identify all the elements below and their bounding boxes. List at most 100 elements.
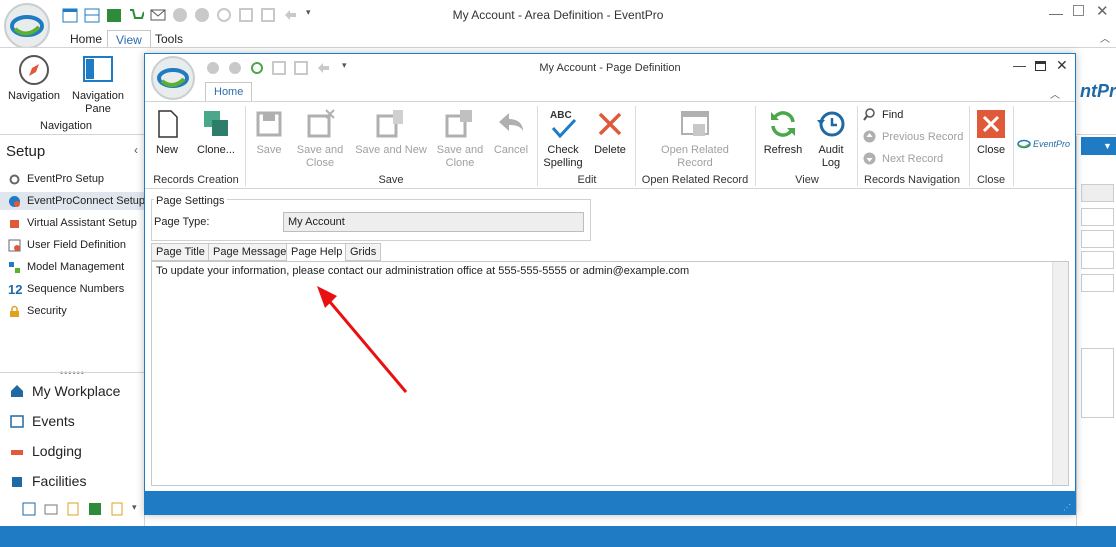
customize-qat-icon[interactable]: ▾ — [342, 60, 358, 76]
help-scrollbar[interactable] — [1052, 262, 1068, 485]
tab-grids[interactable]: Grids — [345, 243, 382, 261]
home-icon — [11, 385, 23, 397]
setup-item-eventproconnect-setup[interactable]: EventProConnect Setup — [0, 192, 145, 210]
setup-item-eventpro-setup[interactable]: EventPro Setup — [8, 170, 104, 188]
collapse-ribbon-icon[interactable]: ︿ — [1100, 30, 1110, 45]
search-icon — [863, 108, 875, 121]
clone-label: Clone... — [197, 144, 235, 156]
tab-home[interactable]: Home — [62, 30, 110, 48]
audit-log-button[interactable]: Audit Log — [811, 108, 851, 170]
dropdown-arrow-icon: ▼ — [1103, 141, 1112, 151]
background-select — [1081, 274, 1114, 292]
next-record-button[interactable]: Next Record — [863, 152, 943, 165]
clone-icon — [204, 111, 228, 136]
audit-log-label-1: Audit — [818, 144, 844, 156]
workspace-item-facilities[interactable]: Facilities — [10, 470, 86, 492]
previous-record-button[interactable]: Previous Record — [863, 130, 963, 143]
close-window-icon[interactable]: ✕ — [1096, 2, 1109, 20]
dialog-tab-home[interactable]: Home — [205, 82, 253, 102]
save-icon[interactable] — [271, 60, 287, 76]
minimize-icon[interactable]: — — [1049, 5, 1063, 21]
workspace-item-lodging[interactable]: Lodging — [10, 440, 82, 462]
mail-icon[interactable] — [44, 502, 58, 516]
new-label: New — [155, 144, 178, 156]
navigation-button[interactable]: Navigation — [4, 54, 64, 103]
contact-icon[interactable] — [22, 502, 36, 516]
background-list — [1081, 348, 1114, 418]
robot-icon — [10, 219, 19, 228]
cancel-button[interactable]: Cancel — [491, 108, 531, 157]
delete-button[interactable]: Delete — [591, 108, 629, 157]
find-button[interactable]: Find — [863, 108, 903, 121]
save-and-new-button[interactable]: Save and New — [353, 108, 429, 157]
up-circle-icon — [863, 130, 876, 143]
dialog-close-icon[interactable]: ✕ — [1056, 57, 1068, 74]
tab-tools[interactable]: Tools — [147, 30, 191, 48]
setup-item-label: Virtual Assistant Setup — [27, 217, 137, 229]
annotation-arrow — [317, 286, 408, 393]
splitter-line — [0, 372, 145, 373]
tab-page-message[interactable]: Page Message — [208, 243, 292, 261]
dialog-minimize-icon[interactable]: — — [1013, 58, 1026, 73]
save-button[interactable]: Save — [251, 108, 287, 157]
ribbon-separator — [245, 106, 246, 186]
ribbon-separator — [857, 106, 858, 186]
up-icon[interactable] — [205, 60, 221, 76]
clone-button[interactable]: Clone... — [191, 108, 241, 157]
dialog-maximize-icon[interactable] — [1035, 61, 1046, 71]
tab-page-help[interactable]: Page Help — [286, 243, 348, 262]
audit-log-label-2: Log — [821, 157, 841, 169]
setup-item-virtual-assistant-setup[interactable]: Virtual Assistant Setup — [8, 214, 137, 232]
setup-item-sequence-numbers[interactable]: 12 Sequence Numbers — [8, 280, 124, 298]
setup-item-security[interactable]: Security — [8, 302, 67, 320]
user-field-icon — [8, 239, 21, 251]
dialog-app-logo[interactable] — [151, 56, 195, 100]
setup-item-user-field-definition[interactable]: User Field Definition — [8, 236, 126, 254]
down-icon[interactable] — [227, 60, 243, 76]
dialog-collapse-ribbon-icon[interactable]: ︿ — [1050, 86, 1060, 101]
maximize-icon[interactable] — [1073, 5, 1084, 16]
undo-icon[interactable] — [315, 60, 331, 76]
task-icon[interactable] — [66, 502, 80, 516]
save-and-close-button[interactable]: Save and Close — [293, 108, 347, 170]
check-spelling-button[interactable]: ABC Check Spelling — [543, 108, 583, 170]
next-record-label: Next Record — [882, 152, 944, 165]
workspace-item-my-workplace[interactable]: My Workplace — [10, 380, 120, 402]
close-button[interactable]: Close — [973, 108, 1009, 157]
workspace-label: Lodging — [32, 443, 82, 459]
refresh-icon[interactable] — [249, 60, 265, 76]
splitter-grip[interactable]: •••••• — [60, 368, 85, 378]
group-edit: Edit — [577, 174, 597, 186]
spell-check-icon: ABC — [547, 108, 579, 140]
page-type-field[interactable]: My Account — [283, 212, 584, 232]
events-icon — [10, 415, 24, 428]
page-help-editor[interactable]: To update your information, please conta… — [151, 261, 1069, 486]
save-all-icon[interactable] — [293, 60, 309, 76]
setup-title: Setup — [6, 143, 46, 160]
collapse-panel-icon[interactable]: ‹ — [134, 143, 138, 157]
open-related-record-button[interactable]: Open Related Record — [645, 108, 745, 170]
money-icon[interactable] — [88, 502, 102, 516]
previous-record-label: Previous Record — [882, 130, 964, 143]
navigation-pane-button[interactable]: Navigation Pane — [70, 54, 126, 116]
save-and-clone-button[interactable]: Save and Clone — [433, 108, 487, 170]
setup-item-model-management[interactable]: Model Management — [8, 258, 124, 276]
resize-grip-icon[interactable]: ⋰ — [1063, 503, 1071, 512]
tab-page-title[interactable]: Page Title — [151, 243, 210, 261]
ribbon-separator — [537, 106, 538, 186]
refresh-label: Refresh — [763, 144, 803, 156]
open-record-icon — [681, 111, 709, 136]
status-bar — [0, 526, 1116, 547]
group-save: Save — [378, 174, 404, 186]
page-definition-dialog: My Account - Page Definition ▾ — ✕ Home … — [144, 53, 1076, 515]
save-and-clone-label-1: Save and — [436, 144, 484, 156]
new-button[interactable]: New — [149, 108, 185, 157]
tab-view[interactable]: View — [107, 30, 151, 48]
clipboard-icon[interactable] — [110, 502, 124, 516]
gear-icon — [9, 174, 20, 184]
save-and-new-label: Save and New — [355, 144, 427, 156]
workspace-item-events[interactable]: Events — [10, 410, 75, 432]
model-icon — [9, 261, 20, 273]
refresh-button[interactable]: Refresh — [761, 108, 805, 157]
more-icon[interactable]: ▾ — [132, 502, 137, 516]
